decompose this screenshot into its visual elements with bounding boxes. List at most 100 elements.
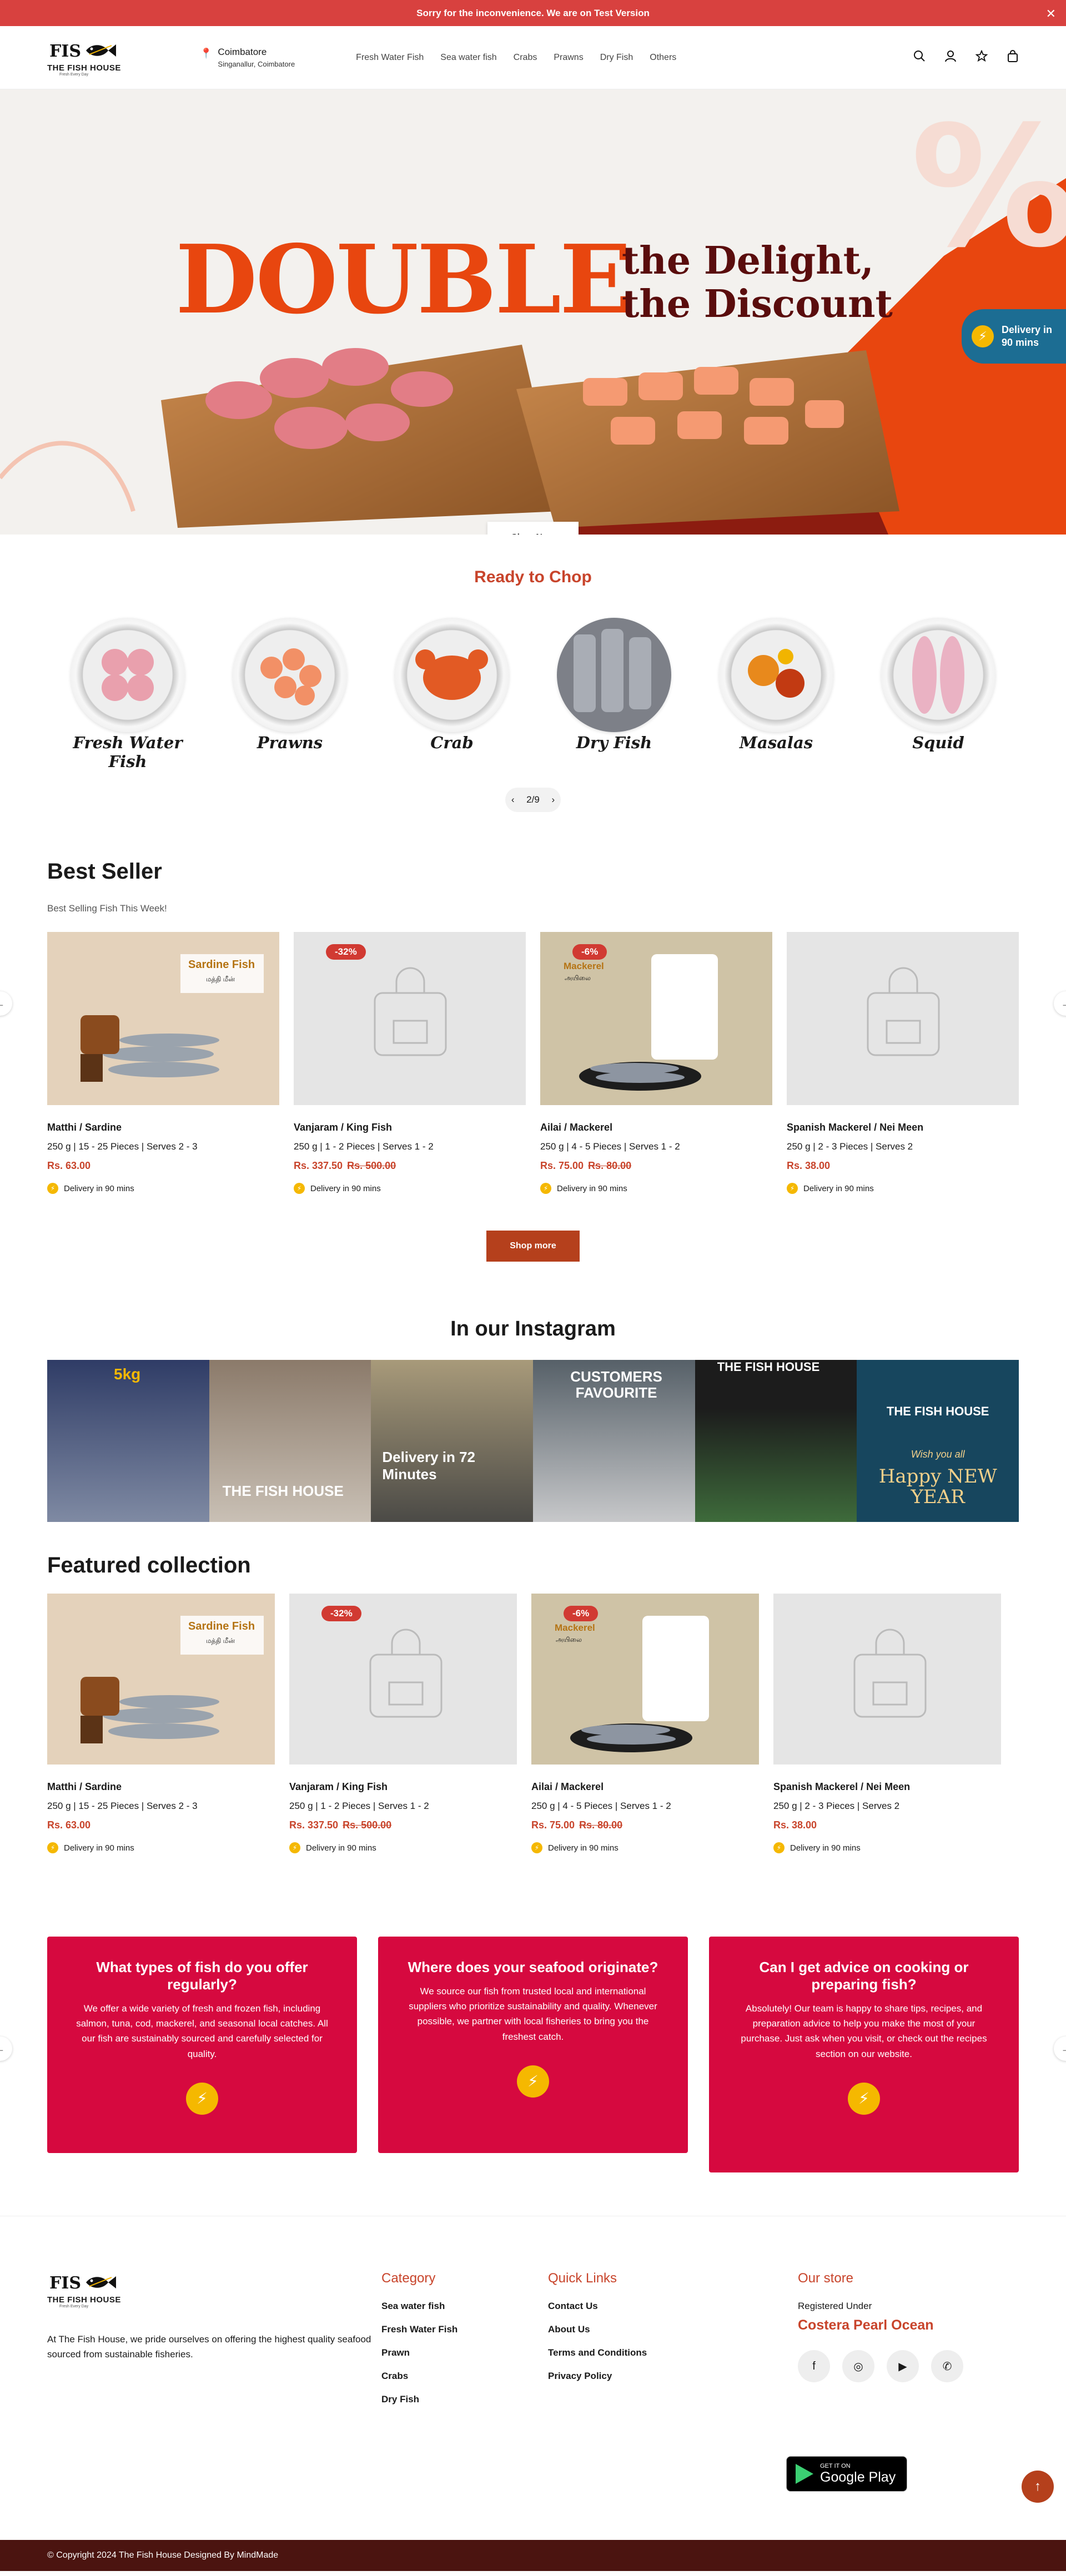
close-icon[interactable]: ✕ xyxy=(1046,7,1056,21)
footer-about: FIS THE FISH HOUSE Fresh Every Day At Th… xyxy=(47,2271,381,2417)
prev-arrow-icon[interactable]: ← xyxy=(0,2036,12,2061)
product-name: Matthi / Sardine xyxy=(47,1781,122,1792)
discount-badge: -32% xyxy=(326,944,366,960)
footer-link[interactable]: Crabs xyxy=(381,2371,548,2382)
category-label: Dry Fish xyxy=(576,733,652,752)
instagram-caption: Delivery in 72 Minutes xyxy=(382,1449,475,1483)
footer-link[interactable]: Privacy Policy xyxy=(548,2371,715,2382)
footer-link[interactable]: Fresh Water Fish xyxy=(381,2324,548,2335)
instagram-tile[interactable]: THE FISH HOUSE Wish you all Happy NEW YE… xyxy=(857,1360,1019,1522)
nav-prawns[interactable]: Prawns xyxy=(554,53,583,63)
search-icon[interactable] xyxy=(913,50,926,65)
faq-card[interactable]: What types of fish do you offer regularl… xyxy=(47,1937,357,2153)
footer-link[interactable]: About Us xyxy=(548,2324,715,2335)
whatsapp-icon[interactable]: ✆ xyxy=(931,2350,963,2382)
lightning-icon: ⚡ xyxy=(773,1842,785,1853)
category-crab[interactable]: Crab xyxy=(391,618,513,771)
wishlist-star-icon[interactable] xyxy=(975,49,988,65)
product-meta: 250 g | 15 - 25 Pieces | Serves 2 - 3 xyxy=(47,1141,198,1152)
account-icon[interactable] xyxy=(944,50,957,65)
header-icons xyxy=(913,49,1019,65)
product-image xyxy=(787,932,1019,1105)
prev-arrow-icon[interactable]: ← xyxy=(0,991,12,1016)
map-pin-icon: 📍 xyxy=(200,48,213,59)
shop-now-button[interactable]: Shop Now xyxy=(487,522,579,535)
lightning-icon: ⚡ xyxy=(186,2082,218,2115)
instagram-tile[interactable]: 5kg xyxy=(47,1360,209,1522)
next-arrow-icon[interactable]: → xyxy=(1054,991,1066,1016)
gplay-small-text: GET IT ON xyxy=(820,2462,851,2469)
footer-store-title: Our store xyxy=(798,2271,854,2286)
instagram-icon[interactable]: ◎ xyxy=(842,2350,874,2382)
product-row: Sardine Fish மத்தி மீன் Matthi / Sardine… xyxy=(47,932,1019,1194)
instagram-tile[interactable]: THE FISH HOUSE xyxy=(695,1360,857,1522)
facebook-icon[interactable]: f xyxy=(798,2350,830,2382)
nav-sea-water-fish[interactable]: Sea water fish xyxy=(440,53,496,63)
instagram-tile[interactable]: THE FISH HOUSE xyxy=(209,1360,371,1522)
arrow-up-icon[interactable]: ↑ xyxy=(1022,2471,1054,2503)
product-card[interactable]: Sardine Fish மத்தி மீன் Matthi / Sardine… xyxy=(47,1594,275,1853)
footer-link[interactable]: Prawn xyxy=(381,2347,548,2358)
lightning-icon: ⚡ xyxy=(517,2065,549,2098)
next-arrow-icon[interactable]: → xyxy=(1054,2036,1066,2061)
ready-to-chop-section: Ready to Chop Fresh Water Fish Prawns Cr… xyxy=(0,535,1066,859)
footer-about-text: At The Fish House, we pride ourselves on… xyxy=(47,2334,371,2360)
section-title: Ready to Chop xyxy=(474,568,592,586)
product-name: Spanish Mackerel / Nei Meen xyxy=(773,1781,911,1792)
chevron-left-icon[interactable]: ‹ xyxy=(511,794,515,805)
category-masalas[interactable]: Masalas xyxy=(715,618,837,771)
footer-link[interactable]: Sea water fish xyxy=(381,2301,548,2312)
footer-logo[interactable]: FIS THE FISH HOUSE Fresh Every Day xyxy=(47,2271,125,2308)
nav-dry-fish[interactable]: Dry Fish xyxy=(600,53,633,63)
product-card[interactable]: Spanish Mackerel / Nei Meen 250 g | 2 - … xyxy=(773,1594,1001,1853)
youtube-icon[interactable]: ▶ xyxy=(887,2350,919,2382)
footer-link[interactable]: Terms and Conditions xyxy=(548,2347,715,2358)
faq-card[interactable]: Can I get advice on cooking or preparing… xyxy=(709,1937,1019,2172)
product-price: Rs. 75.00 Rs. 80.00 xyxy=(531,1819,623,1831)
footer-link[interactable]: Dry Fish xyxy=(381,2394,548,2405)
product-image-label-local: மத்தி மீன் xyxy=(206,975,235,983)
footer-link[interactable]: Contact Us xyxy=(548,2301,715,2312)
category-fresh-water-fish[interactable]: Fresh Water Fish xyxy=(67,618,189,771)
delivery-info: ⚡ Delivery in 90 mins xyxy=(47,1183,279,1194)
product-name: Ailai / Mackerel xyxy=(540,1122,613,1133)
lightning-icon: ⚡ xyxy=(848,2082,880,2115)
category-image xyxy=(719,618,833,732)
product-image-label-local: மத்தி மீன் xyxy=(206,1637,235,1645)
gplay-big-text: Google Play xyxy=(820,2469,896,2485)
nav-crabs[interactable]: Crabs xyxy=(514,53,537,63)
google-play-button[interactable]: GET IT ON Google Play xyxy=(786,2456,907,2492)
category-label: Fresh Water Fish xyxy=(73,733,183,771)
category-dry-fish[interactable]: Dry Fish xyxy=(553,618,675,771)
product-price: Rs. 38.00 xyxy=(773,1819,817,1831)
registered-under: Registered Under xyxy=(798,2301,872,2311)
shop-more-button[interactable]: Shop more xyxy=(486,1231,580,1262)
delivery-badge[interactable]: ⚡ Delivery in 90 mins xyxy=(962,309,1066,364)
category-squid[interactable]: Squid xyxy=(877,618,999,771)
cart-bag-icon[interactable] xyxy=(1007,49,1019,65)
product-meta: 250 g | 1 - 2 Pieces | Serves 1 - 2 xyxy=(294,1141,434,1152)
svg-text:%: % xyxy=(911,90,1066,284)
faq-card[interactable]: Where does your seafood originate? We so… xyxy=(378,1937,688,2153)
nav-fresh-water-fish[interactable]: Fresh Water Fish xyxy=(356,53,424,63)
category-prawns[interactable]: Prawns xyxy=(229,618,351,771)
product-card[interactable]: Spanish Mackerel / Nei Meen 250 g | 2 - … xyxy=(787,932,1019,1194)
product-meta: 250 g | 15 - 25 Pieces | Serves 2 - 3 xyxy=(47,1801,198,1811)
faq-answer: We offer a wide variety of fresh and fro… xyxy=(76,2003,328,2059)
product-card[interactable]: -32% Vanjaram / King Fish 250 g | 1 - 2 … xyxy=(289,1594,517,1853)
product-name: Matthi / Sardine xyxy=(47,1122,122,1133)
logo[interactable]: FIS THE FISH HOUSE Fresh Every Day xyxy=(47,39,125,77)
location-selector[interactable]: 📍 Coimbatore Singanallur, Coimbatore xyxy=(200,47,295,68)
old-price: Rs. 500.00 xyxy=(347,1160,396,1171)
product-card[interactable]: -6% Mackerel அயிலை Ailai / Mackerel 250 … xyxy=(540,932,772,1194)
instagram-tile[interactable]: CUSTOMERS FAVOURITE xyxy=(533,1360,695,1522)
chevron-right-icon[interactable]: › xyxy=(551,794,555,805)
nav-others[interactable]: Others xyxy=(650,53,676,63)
lightning-icon: ⚡ xyxy=(540,1183,551,1194)
product-card[interactable]: Sardine Fish மத்தி மீன் Matthi / Sardine… xyxy=(47,932,279,1194)
instagram-tile[interactable]: Delivery in 72 Minutes xyxy=(371,1360,534,1522)
product-card[interactable]: -32% Vanjaram / King Fish 250 g | 1 - 2 … xyxy=(294,932,526,1194)
product-card[interactable]: -6% Mackerel அயிலை Ailai / Mackerel 250 … xyxy=(531,1594,759,1853)
footer-quick-links: Quick Links Contact Us About Us Terms an… xyxy=(548,2271,715,2417)
instagram-caption: 5kg xyxy=(114,1365,141,1383)
